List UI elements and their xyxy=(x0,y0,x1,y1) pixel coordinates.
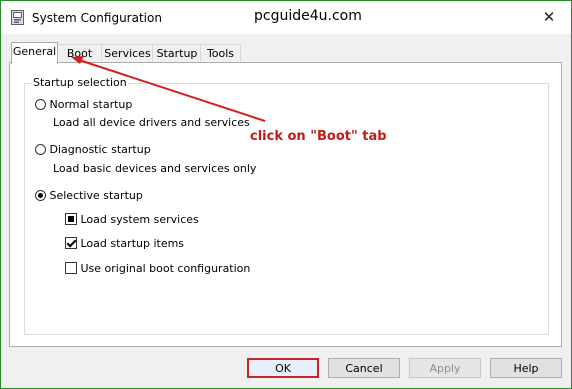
system-configuration-window: System Configuration pcguide4u.com ✕ Gen… xyxy=(0,0,572,389)
cancel-button[interactable]: Cancel xyxy=(328,358,400,378)
help-button[interactable]: Help xyxy=(490,358,562,378)
apply-button[interactable]: Apply xyxy=(409,358,481,378)
annotation-arrow xyxy=(71,56,266,122)
tab-general[interactable]: General xyxy=(11,42,58,64)
ok-button[interactable]: OK xyxy=(247,358,319,378)
annotation-arrow-line xyxy=(78,59,266,122)
